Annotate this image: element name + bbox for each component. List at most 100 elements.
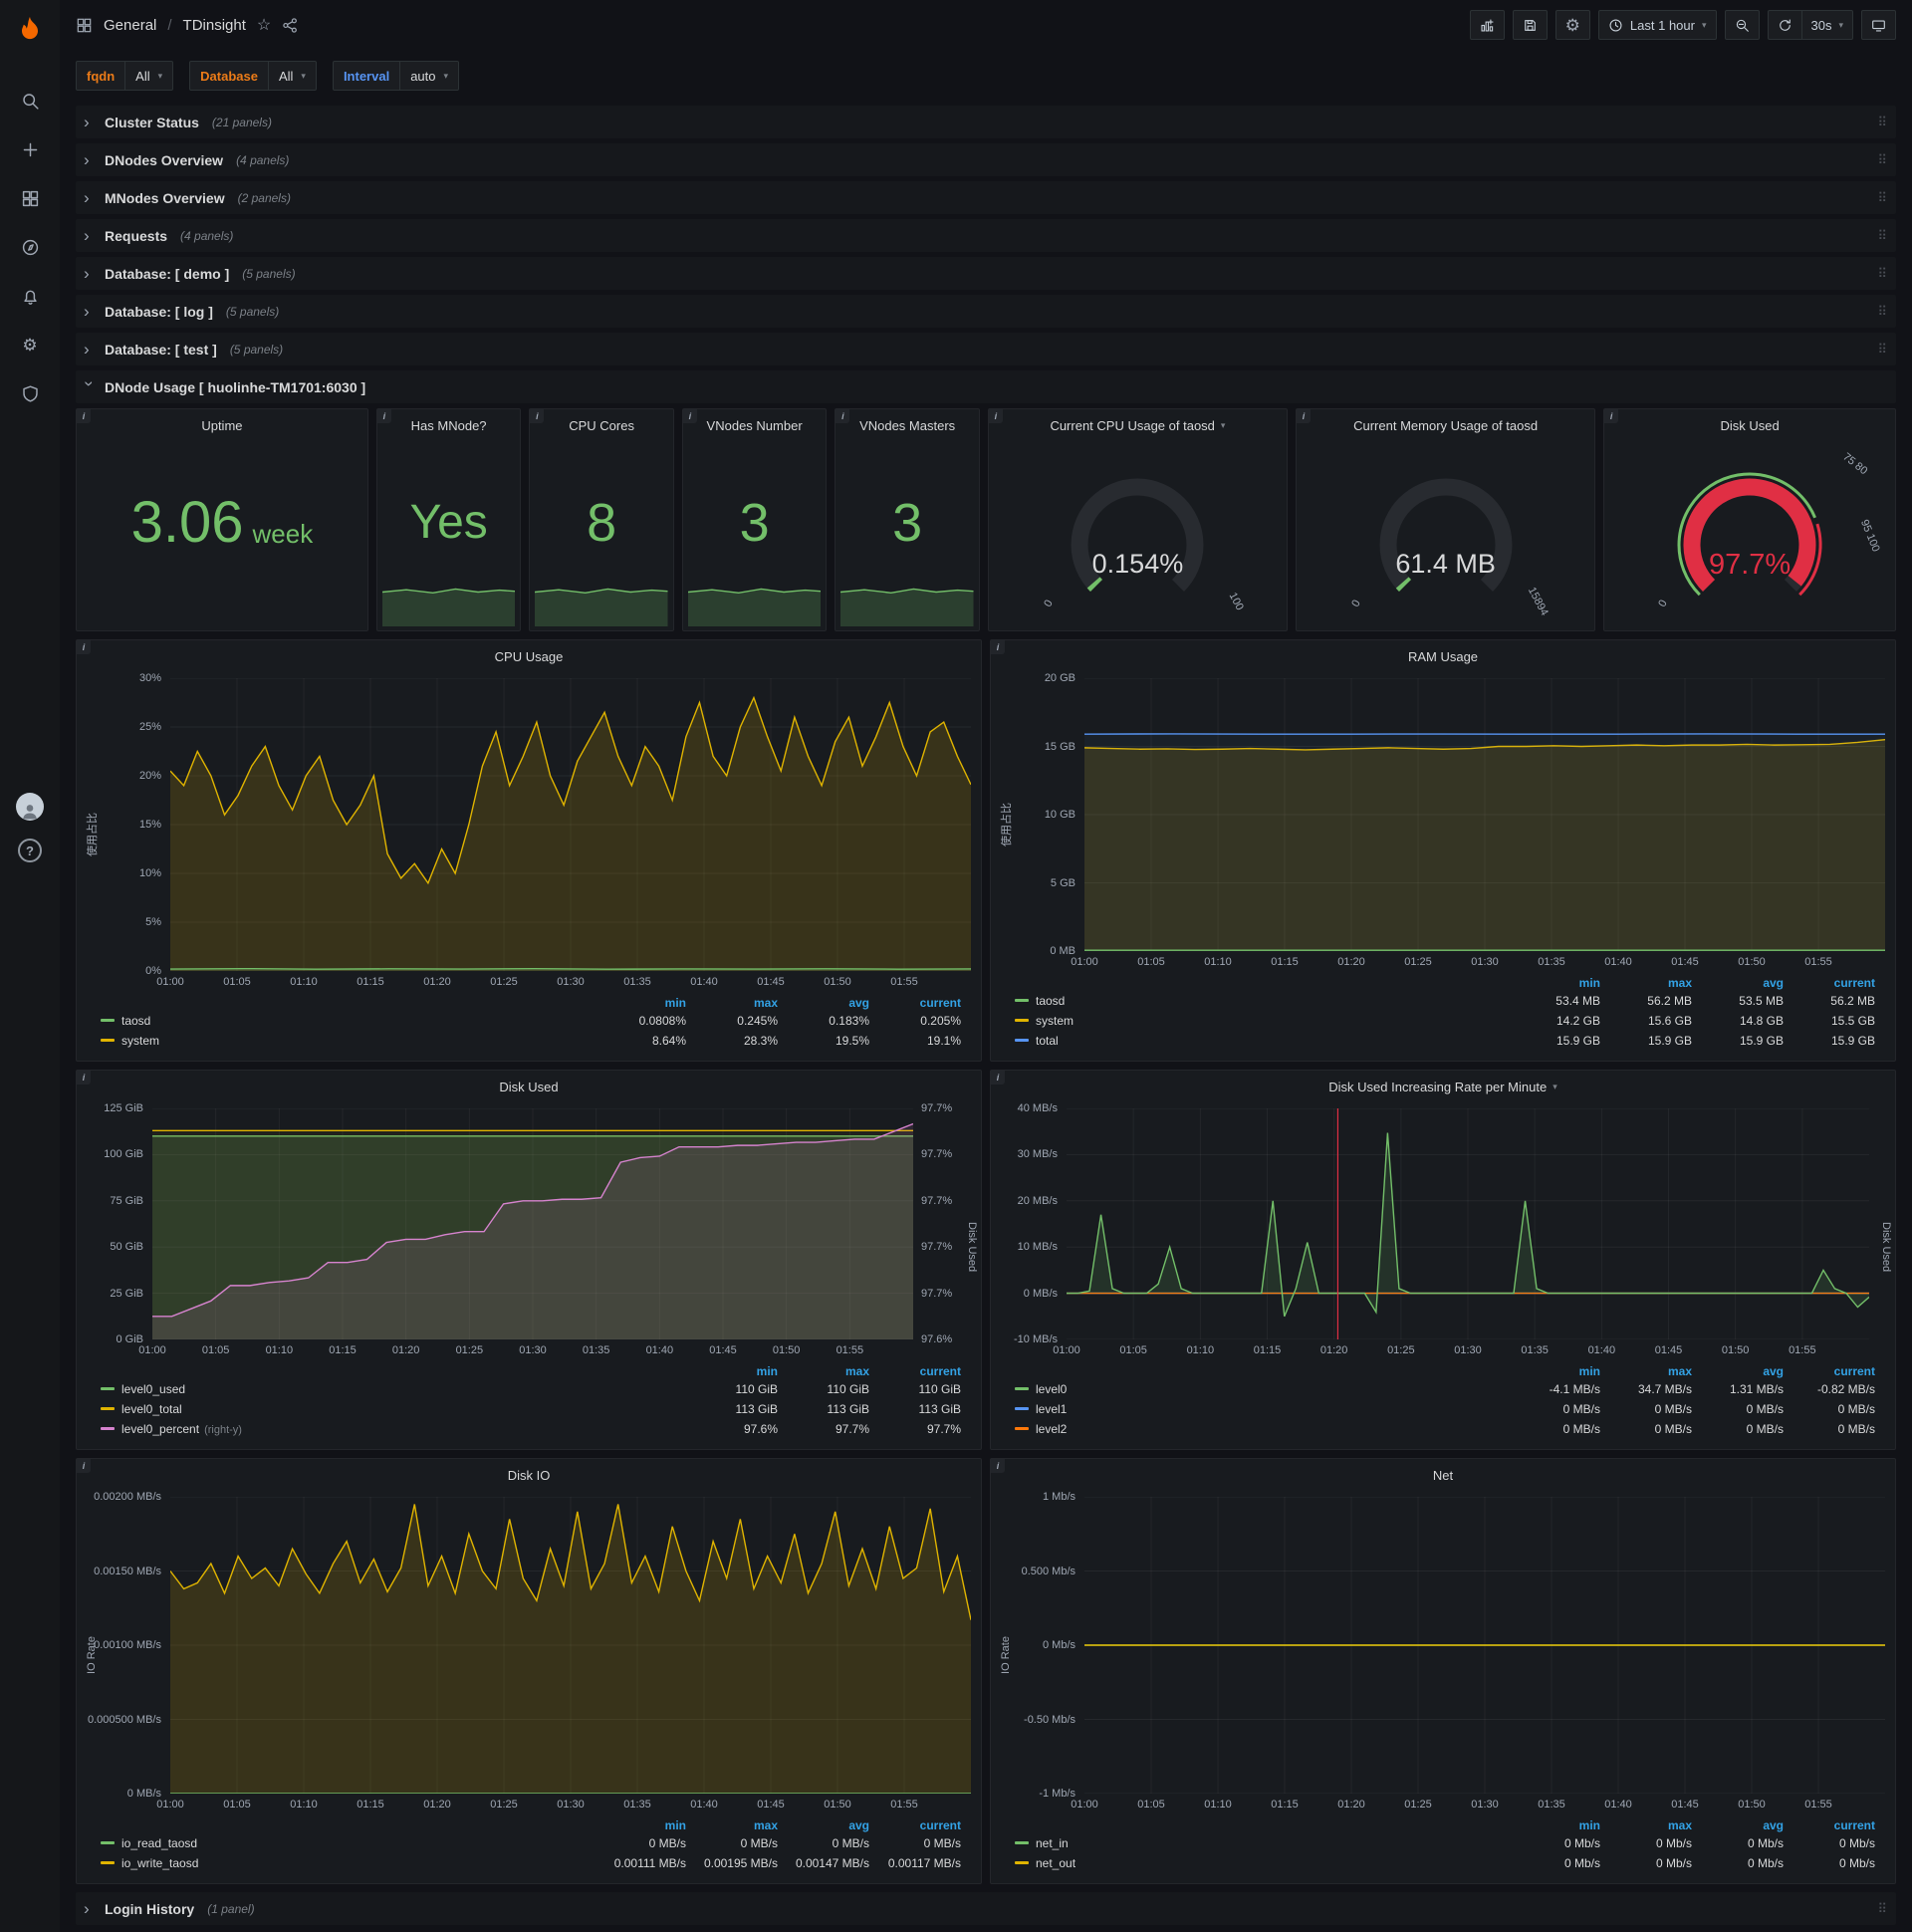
- legend-column-header[interactable]: current: [1790, 975, 1881, 991]
- explore-compass-icon[interactable]: [19, 236, 41, 258]
- refresh-button[interactable]: [1767, 10, 1801, 40]
- panel-info-icon[interactable]: i: [991, 1459, 1005, 1473]
- share-icon[interactable]: [282, 17, 299, 34]
- panel-header[interactable]: Disk Used: [1604, 409, 1895, 441]
- series-color-swatch[interactable]: [1015, 1841, 1029, 1845]
- panel-info-icon[interactable]: i: [991, 1071, 1005, 1085]
- plot-area[interactable]: [170, 678, 971, 971]
- legend-column-header[interactable]: max: [692, 1817, 784, 1833]
- alerting-bell-icon[interactable]: [19, 285, 41, 307]
- drag-handle-icon[interactable]: ⠿: [1877, 266, 1888, 282]
- chevron-down-icon[interactable]: ▾: [1221, 420, 1226, 431]
- legend-column-header[interactable]: avg: [1698, 975, 1790, 991]
- star-icon[interactable]: ☆: [257, 15, 271, 35]
- chevron-down-icon[interactable]: ▾: [1553, 1082, 1557, 1092]
- tv-mode-button[interactable]: [1861, 10, 1896, 40]
- panel-header[interactable]: CPU Usage: [77, 640, 981, 672]
- legend-column-header[interactable]: avg: [1698, 1817, 1790, 1833]
- variable-interval[interactable]: Interval auto ▾: [332, 61, 460, 91]
- panel-header[interactable]: Net: [991, 1459, 1895, 1491]
- panel-header[interactable]: Disk Used Increasing Rate per Minute ▾: [991, 1071, 1895, 1102]
- server-admin-shield-icon[interactable]: [19, 382, 41, 404]
- panel-info-icon[interactable]: i: [988, 409, 1003, 423]
- panel-header[interactable]: RAM Usage: [991, 640, 1895, 672]
- panel-info-icon[interactable]: i: [77, 640, 91, 654]
- panel-info-icon[interactable]: i: [530, 409, 545, 423]
- breadcrumb-folder[interactable]: General: [104, 17, 156, 34]
- series-name[interactable]: level0_total: [121, 1402, 182, 1416]
- breadcrumb-dashboard[interactable]: TDinsight: [183, 17, 246, 34]
- series-color-swatch[interactable]: [1015, 1039, 1029, 1043]
- zoom-out-button[interactable]: [1724, 10, 1760, 40]
- drag-handle-icon[interactable]: ⠿: [1877, 342, 1888, 358]
- legend-column-header[interactable]: avg: [784, 1817, 875, 1833]
- row-mnodes-overview[interactable]: › MNodes Overview (2 panels) ⠿: [76, 181, 1896, 214]
- panel-info-icon[interactable]: i: [682, 409, 697, 423]
- row-database-demo[interactable]: › Database: [ demo ] (5 panels) ⠿: [76, 257, 1896, 290]
- configuration-gear-icon[interactable]: ⚙: [19, 334, 41, 356]
- series-color-swatch[interactable]: [101, 1019, 115, 1023]
- plot-area[interactable]: [1084, 678, 1885, 951]
- series-name[interactable]: level1: [1036, 1402, 1067, 1416]
- series-name[interactable]: level0_percent: [121, 1422, 199, 1436]
- legend-column-header[interactable]: current: [1790, 1363, 1881, 1379]
- legend-column-header[interactable]: max: [1606, 1363, 1698, 1379]
- legend-column-header[interactable]: current: [875, 1363, 967, 1379]
- series-name[interactable]: io_read_taosd: [121, 1836, 197, 1850]
- row-database-test[interactable]: › Database: [ test ] (5 panels) ⠿: [76, 333, 1896, 365]
- series-name[interactable]: system: [1036, 1014, 1074, 1028]
- legend-column-header[interactable]: max: [784, 1363, 875, 1379]
- panel-header[interactable]: Current CPU Usage of taosd ▾: [989, 409, 1287, 441]
- user-avatar[interactable]: [16, 793, 44, 821]
- series-color-swatch[interactable]: [1015, 1387, 1029, 1391]
- drag-handle-icon[interactable]: ⠿: [1877, 1901, 1888, 1917]
- dashboards-icon[interactable]: [19, 187, 41, 209]
- row-requests[interactable]: › Requests (4 panels) ⠿: [76, 219, 1896, 252]
- series-name[interactable]: system: [121, 1034, 159, 1048]
- series-color-swatch[interactable]: [1015, 999, 1029, 1003]
- panel-header[interactable]: CPU Cores: [530, 409, 673, 441]
- legend-column-header[interactable]: max: [1606, 975, 1698, 991]
- row-dnodes-overview[interactable]: › DNodes Overview (4 panels) ⠿: [76, 143, 1896, 176]
- legend-column-header[interactable]: min: [1515, 1817, 1606, 1833]
- series-color-swatch[interactable]: [1015, 1019, 1029, 1023]
- legend-column-header[interactable]: max: [1606, 1817, 1698, 1833]
- drag-handle-icon[interactable]: ⠿: [1877, 152, 1888, 168]
- plot-area[interactable]: [152, 1108, 913, 1339]
- panel-header[interactable]: Disk IO: [77, 1459, 981, 1491]
- series-color-swatch[interactable]: [101, 1407, 115, 1411]
- legend-column-header[interactable]: avg: [1698, 1363, 1790, 1379]
- series-name[interactable]: level2: [1036, 1422, 1067, 1436]
- legend-column-header[interactable]: current: [875, 1817, 967, 1833]
- row-login-history[interactable]: › Login History (1 panel) ⠿: [76, 1892, 1896, 1925]
- plot-area[interactable]: [170, 1497, 971, 1794]
- row-database-log[interactable]: › Database: [ log ] (5 panels) ⠿: [76, 295, 1896, 328]
- series-name[interactable]: net_out: [1036, 1856, 1076, 1870]
- panel-info-icon[interactable]: i: [1297, 409, 1312, 423]
- legend-column-header[interactable]: min: [1515, 1363, 1606, 1379]
- series-color-swatch[interactable]: [1015, 1861, 1029, 1865]
- series-name[interactable]: taosd: [121, 1014, 150, 1028]
- series-name[interactable]: io_write_taosd: [121, 1856, 198, 1870]
- panel-info-icon[interactable]: i: [376, 409, 391, 423]
- drag-handle-icon[interactable]: ⠿: [1877, 228, 1888, 244]
- panel-info-icon[interactable]: i: [77, 409, 91, 423]
- series-color-swatch[interactable]: [101, 1427, 115, 1431]
- series-name[interactable]: level0_used: [121, 1382, 185, 1396]
- series-color-swatch[interactable]: [1015, 1427, 1029, 1431]
- panel-header[interactable]: Uptime: [77, 409, 367, 441]
- grafana-logo[interactable]: [12, 12, 48, 48]
- legend-column-header[interactable]: avg: [784, 995, 875, 1011]
- series-color-swatch[interactable]: [101, 1387, 115, 1391]
- plot-area[interactable]: [1084, 1497, 1885, 1794]
- drag-handle-icon[interactable]: ⠿: [1877, 115, 1888, 130]
- save-dashboard-button[interactable]: [1512, 10, 1548, 40]
- series-name[interactable]: net_in: [1036, 1836, 1069, 1850]
- help-icon[interactable]: ?: [18, 839, 42, 862]
- series-name[interactable]: total: [1036, 1034, 1059, 1048]
- panel-info-icon[interactable]: i: [1604, 409, 1619, 423]
- dashboard-settings-button[interactable]: ⚙: [1554, 10, 1590, 40]
- legend-column-header[interactable]: min: [692, 1363, 784, 1379]
- series-name[interactable]: level0: [1036, 1382, 1067, 1396]
- panel-info-icon[interactable]: i: [991, 640, 1005, 654]
